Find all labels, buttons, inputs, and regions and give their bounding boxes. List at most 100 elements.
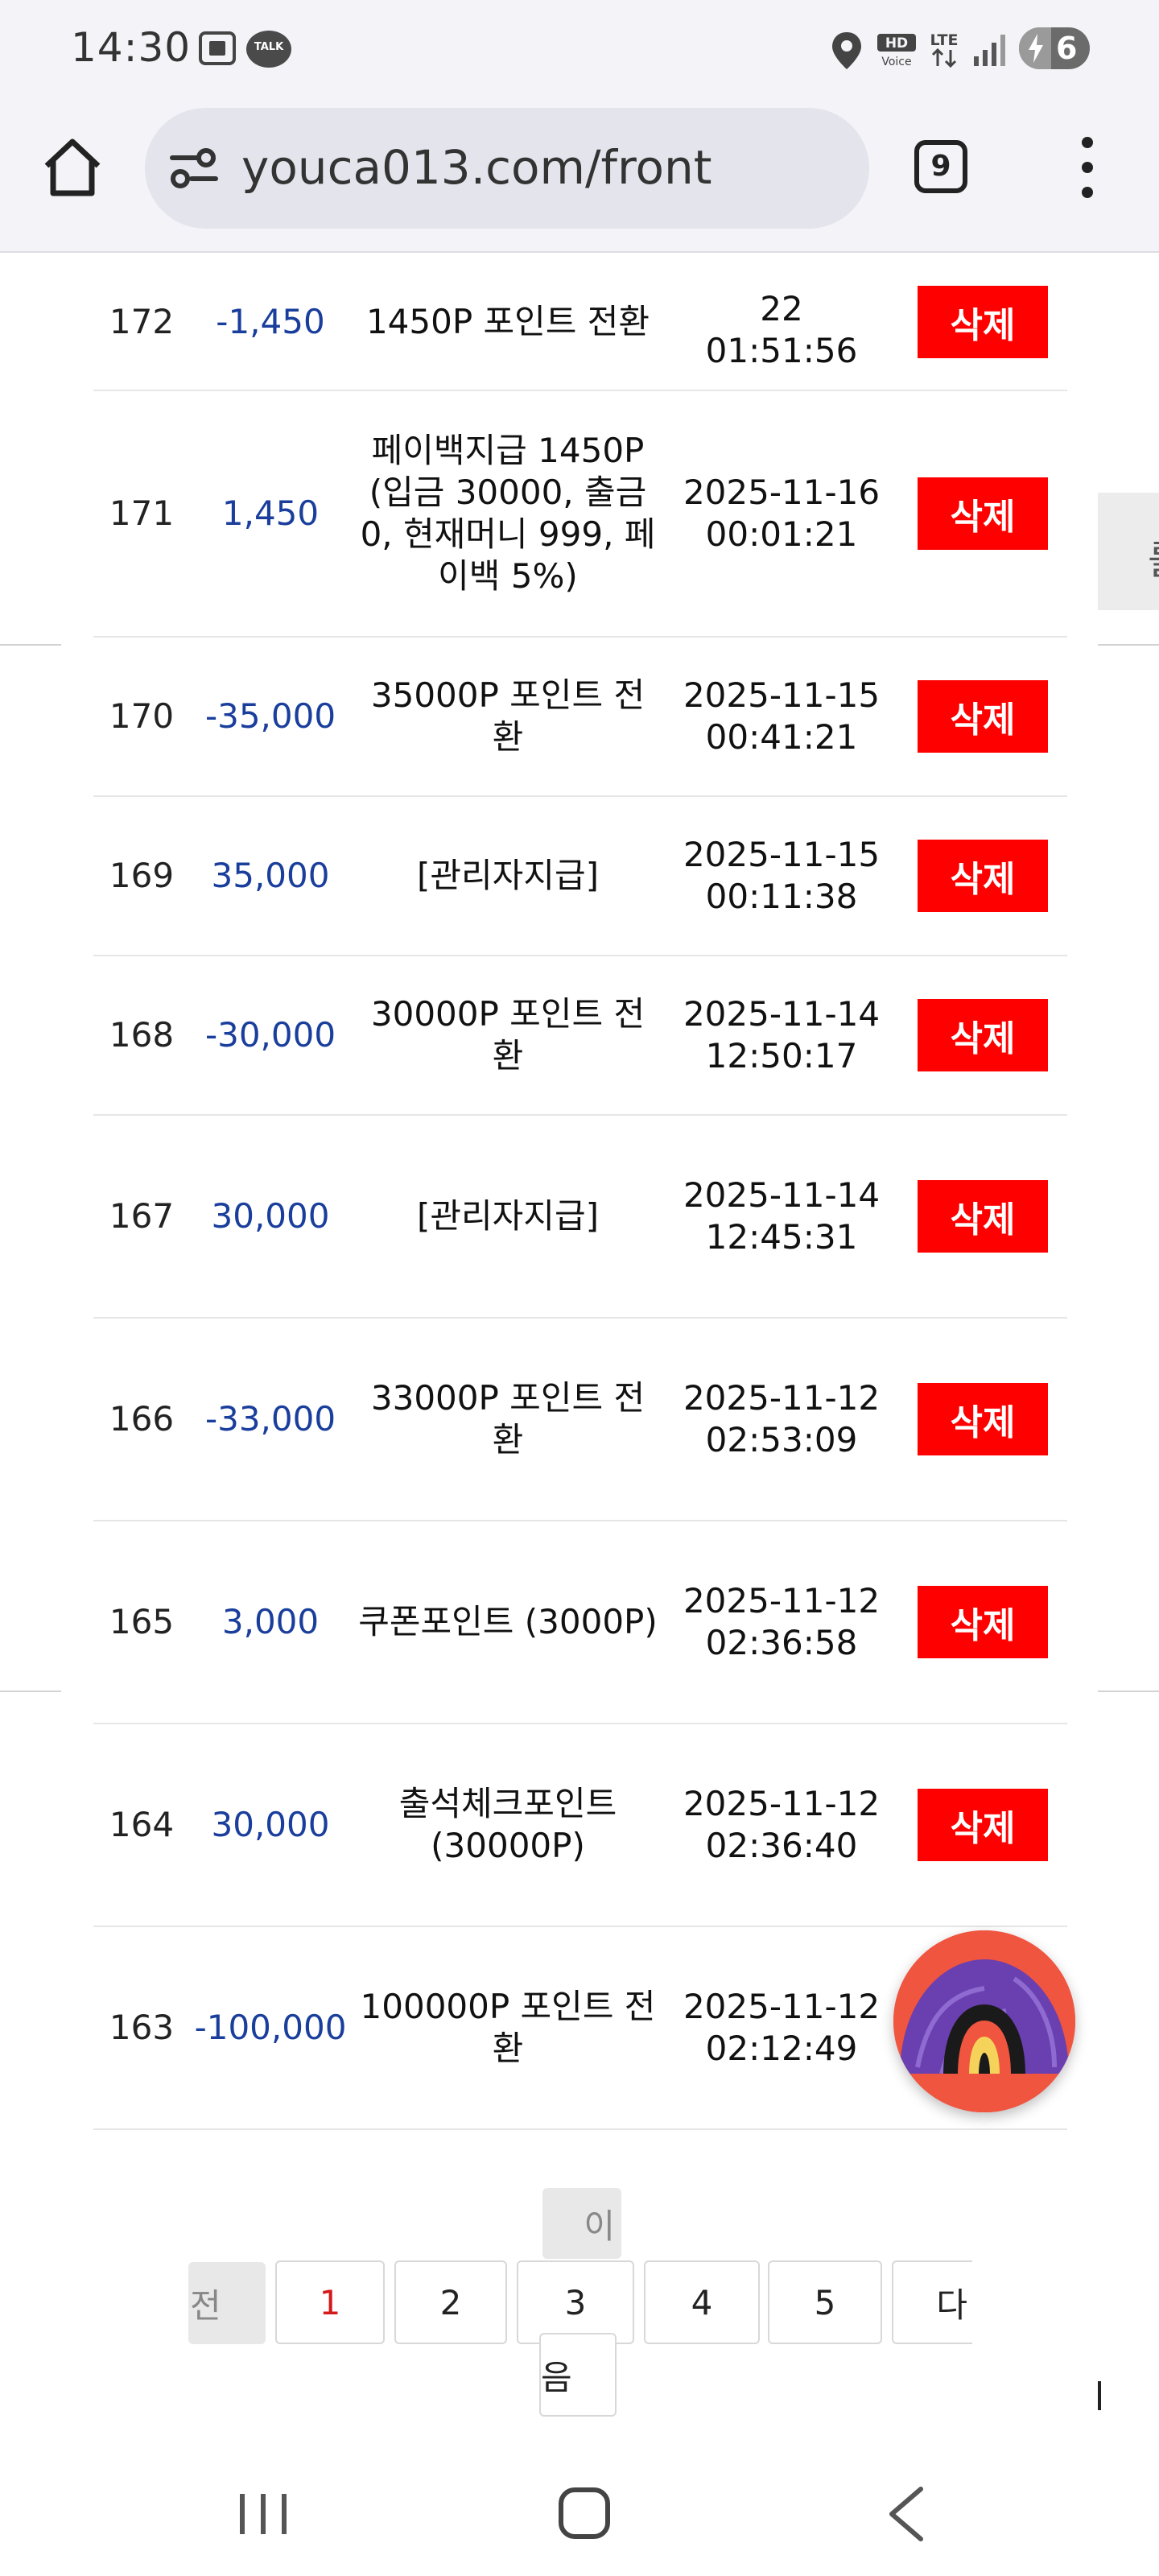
- row-description: 35000P 포인트 전환: [370, 675, 645, 757]
- delete-button[interactable]: 삭제: [918, 1789, 1048, 1861]
- charging-bolt-icon: [1029, 34, 1043, 63]
- row-date: 2025-11-12 02:36:58: [683, 1581, 881, 1662]
- delete-button[interactable]: 삭제: [918, 477, 1048, 550]
- menu-dot: [1082, 162, 1093, 173]
- recent-apps-icon[interactable]: [237, 2491, 290, 2537]
- address-bar[interactable]: youca013.com/front: [145, 108, 869, 229]
- next-page-button-bottom[interactable]: 음: [539, 2333, 617, 2417]
- table-row: 165 3,000 쿠폰포인트 (3000P) 2025-11-12 02:36…: [93, 1521, 1067, 1724]
- text-cursor: [1098, 2381, 1101, 2410]
- delete-button[interactable]: 삭제: [918, 680, 1048, 753]
- divider-line: [1098, 1690, 1159, 1692]
- screenshot-icon: [199, 31, 236, 65]
- row-number: 163: [109, 2008, 175, 2047]
- row-number: 170: [109, 696, 175, 736]
- table-row: 166 -33,000 33000P 포인트 전환 2025-11-12 02:…: [93, 1319, 1067, 1521]
- system-nav-bar: [0, 2442, 1159, 2576]
- row-action: 삭제: [898, 1319, 1067, 1520]
- row-amount: 35,000: [211, 856, 330, 895]
- site-info-icon[interactable]: [169, 147, 219, 190]
- divider-line: [0, 644, 61, 646]
- delete-button[interactable]: 삭제: [918, 286, 1048, 358]
- row-date: 2025-11-12 02:36:40: [683, 1784, 881, 1865]
- lte-icon: LTE: [930, 31, 959, 68]
- divider-line: [0, 1690, 61, 1692]
- row-amount: -100,000: [194, 2008, 347, 2047]
- status-time: 14:30: [71, 24, 192, 71]
- hd-label: HD: [885, 35, 908, 52]
- page-button-3[interactable]: 3: [517, 2260, 634, 2344]
- page-button-4[interactable]: 4: [644, 2260, 760, 2344]
- row-description: [관리자지급]: [417, 1196, 599, 1236]
- tab-switcher-button[interactable]: 9: [914, 140, 967, 193]
- home-icon[interactable]: [40, 135, 105, 200]
- divider-line: [1098, 644, 1159, 646]
- row-action: 삭제: [898, 797, 1067, 955]
- battery-level: 6: [1056, 31, 1078, 66]
- lte-label: LTE: [930, 31, 959, 49]
- table-row: 164 30,000 출석체크포인트 (30000P) 2025-11-12 0…: [93, 1724, 1067, 1927]
- row-amount: 30,000: [211, 1805, 330, 1844]
- page-button-5[interactable]: 5: [768, 2260, 882, 2344]
- row-description: 출석체크포인트 (30000P): [398, 1784, 617, 1865]
- row-action: 삭제: [898, 956, 1067, 1114]
- kakaotalk-icon: TALK: [246, 31, 291, 68]
- row-date: 2025-11-14 12:50:17: [683, 994, 881, 1075]
- table-row: 167 30,000 [관리자지급] 2025-11-14 12:45:31 삭…: [93, 1116, 1067, 1319]
- row-description: [관리자지급]: [417, 856, 599, 895]
- delete-button[interactable]: 삭제: [918, 1180, 1048, 1253]
- floating-chat-button[interactable]: [893, 1930, 1075, 2112]
- home-nav-icon[interactable]: [559, 2487, 610, 2539]
- row-action: 삭제: [898, 254, 1067, 390]
- page-button-1[interactable]: 1: [275, 2260, 385, 2344]
- browser-toolbar: youca013.com/front 9: [0, 100, 1159, 253]
- row-amount: -33,000: [204, 1399, 336, 1439]
- side-panel-tab-label: 를: [1148, 528, 1159, 586]
- voice-label: Voice: [881, 56, 911, 68]
- next-page-button[interactable]: 다: [892, 2260, 972, 2344]
- side-panel-tab[interactable]: 를: [1098, 493, 1159, 610]
- row-action: 삭제: [898, 1521, 1067, 1723]
- row-amount: -35,000: [204, 696, 336, 736]
- table-row: 171 1,450 페이백지급 1450P (입금 30000, 출금 0, 현…: [93, 391, 1067, 638]
- delete-button[interactable]: 삭제: [918, 1586, 1048, 1658]
- row-description: 33000P 포인트 전환: [370, 1378, 645, 1459]
- row-number: 168: [109, 1015, 175, 1055]
- row-amount: 30,000: [211, 1196, 330, 1236]
- table-row: 172 -1,450 1450P 포인트 전환 22 01:51:56 삭제: [93, 254, 1067, 391]
- row-description: 쿠폰포인트 (3000P): [358, 1602, 658, 1641]
- row-description: 30000P 포인트 전환: [370, 994, 645, 1075]
- row-action: 삭제: [898, 391, 1067, 636]
- delete-button[interactable]: 삭제: [918, 840, 1048, 912]
- row-date: 2025-11-15 00:11:38: [683, 835, 881, 916]
- page: 14:30 TALK HD Voice LTE 6 youca013.com/f…: [0, 0, 1159, 2576]
- row-amount: -30,000: [204, 1015, 336, 1055]
- row-amount: 3,000: [221, 1602, 320, 1641]
- delete-button[interactable]: 삭제: [918, 1383, 1048, 1455]
- row-action: 삭제: [898, 1724, 1067, 1926]
- prev-page-button-top[interactable]: 이: [542, 2188, 621, 2259]
- row-date: 2025-11-12 02:12:49: [683, 1987, 881, 2068]
- url-text[interactable]: youca013.com/front: [241, 140, 712, 195]
- battery-icon: 6: [1019, 27, 1090, 69]
- hd-voice-icon: HD Voice: [877, 34, 916, 68]
- row-action: 삭제: [898, 638, 1067, 795]
- status-bar: 14:30 TALK HD Voice LTE 6: [0, 0, 1159, 100]
- row-description: 1450P 포인트 전환: [365, 302, 650, 341]
- row-date: 2025-11-15 00:41:21: [683, 675, 881, 757]
- table-row: 168 -30,000 30000P 포인트 전환 2025-11-14 12:…: [93, 956, 1067, 1116]
- row-date: 2025-11-14 12:45:31: [683, 1175, 881, 1257]
- row-description: 100000P 포인트 전환: [360, 1987, 656, 2068]
- row-number: 169: [109, 856, 175, 895]
- prev-page-button[interactable]: 전: [188, 2262, 266, 2344]
- page-button-2[interactable]: 2: [394, 2260, 507, 2344]
- table-row: 169 35,000 [관리자지급] 2025-11-15 00:11:38 삭…: [93, 797, 1067, 956]
- menu-dot: [1082, 187, 1093, 198]
- row-action: 삭제: [898, 1116, 1067, 1317]
- row-date: 22 01:51:56: [705, 289, 858, 370]
- chat-character-icon: [893, 1930, 1075, 2112]
- more-menu-icon[interactable]: [1070, 137, 1103, 198]
- back-icon[interactable]: [885, 2486, 926, 2542]
- row-number: 171: [109, 493, 175, 533]
- delete-button[interactable]: 삭제: [918, 999, 1048, 1071]
